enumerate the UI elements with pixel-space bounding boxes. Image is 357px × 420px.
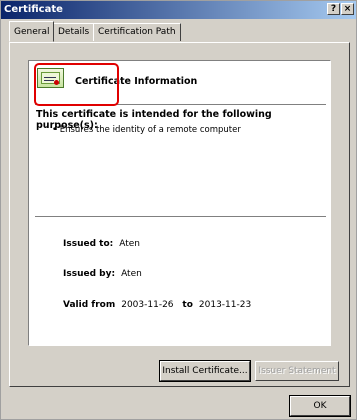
window-title: Certificate xyxy=(4,4,63,15)
close-button[interactable]: × xyxy=(341,3,354,15)
valid-row: Valid from 2003-11-26 to 2013-11-23 xyxy=(63,300,251,310)
divider xyxy=(35,216,326,217)
tab-details[interactable]: Details xyxy=(53,23,95,41)
issued-to-label: Issued to: xyxy=(63,239,114,249)
install-certificate-button[interactable]: Install Certificate... xyxy=(159,360,251,382)
certificate-icon xyxy=(37,68,64,88)
valid-from-value: 2003-11-26 xyxy=(121,300,174,310)
issued-by-label: Issued by: xyxy=(63,269,116,279)
issuer-statement-button[interactable]: Issuer Statement xyxy=(255,361,339,381)
ok-button[interactable]: OK xyxy=(289,395,351,417)
issued-by-value: Aten xyxy=(121,269,142,279)
title-bar[interactable]: Certificate ? × xyxy=(1,1,356,19)
issued-to-row: Issued to: Aten xyxy=(63,239,140,249)
purpose-item: • Ensures the identity of a remote compu… xyxy=(52,125,241,135)
tab-general[interactable]: General xyxy=(9,21,55,42)
valid-from-label: Valid from xyxy=(63,300,116,310)
certificate-info-title: Certificate Information xyxy=(75,76,198,87)
valid-to-value: 2013-11-23 xyxy=(198,300,252,310)
help-button[interactable]: ? xyxy=(327,3,340,15)
certificate-dialog: Certificate ? × General Details Certific… xyxy=(0,0,357,420)
tab-certification-path[interactable]: Certification Path xyxy=(93,23,181,41)
certificate-info-box: Certificate Information This certificate… xyxy=(28,60,331,346)
issued-to-value: Aten xyxy=(119,239,141,249)
issued-by-row: Issued by: Aten xyxy=(63,269,142,279)
divider xyxy=(35,104,326,105)
valid-to-label: to xyxy=(182,300,193,310)
